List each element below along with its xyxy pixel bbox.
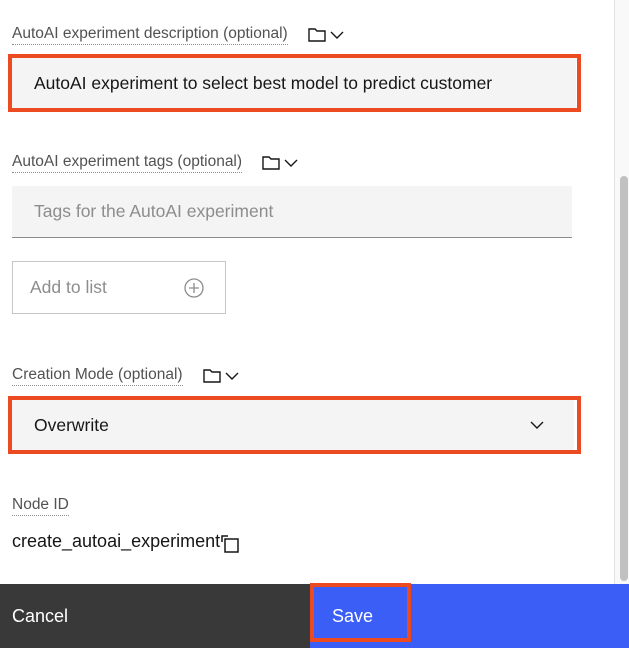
cancel-label: Cancel bbox=[12, 605, 69, 626]
folder-icon[interactable] bbox=[308, 28, 326, 42]
node-id-value: create_autoai_experiment bbox=[12, 530, 221, 551]
cancel-button[interactable]: Cancel bbox=[0, 584, 310, 648]
creation-mode-label-row: Creation Mode (optional) bbox=[12, 366, 239, 386]
tags-placeholder: Tags for the AutoAI experiment bbox=[34, 201, 274, 221]
node-id-label-row: Node ID bbox=[12, 496, 69, 516]
description-highlight bbox=[8, 54, 581, 112]
folder-icon[interactable] bbox=[202, 369, 221, 383]
properties-panel: AutoAI experiment description (optional)… bbox=[0, 0, 614, 584]
tags-input[interactable]: Tags for the AutoAI experiment bbox=[12, 186, 572, 238]
add-to-list-button[interactable]: Add to list bbox=[12, 261, 226, 314]
tags-label: AutoAI experiment tags (optional) bbox=[12, 153, 243, 173]
node-id-value-row: create_autoai_experiment bbox=[12, 528, 240, 554]
chevron-down-icon[interactable] bbox=[330, 30, 344, 40]
add-circle-icon bbox=[184, 278, 204, 298]
scrollbar-thumb[interactable] bbox=[620, 176, 628, 581]
tags-label-row: AutoAI experiment tags (optional) bbox=[12, 153, 298, 173]
chevron-down-icon[interactable] bbox=[284, 158, 298, 168]
creation-mode-label: Creation Mode (optional) bbox=[12, 366, 183, 386]
description-label-row: AutoAI experiment description (optional) bbox=[12, 25, 344, 45]
node-id-label: Node ID bbox=[12, 496, 69, 516]
folder-icon[interactable] bbox=[262, 156, 280, 170]
chevron-down-icon[interactable] bbox=[225, 371, 239, 381]
description-label: AutoAI experiment description (optional) bbox=[12, 25, 288, 45]
save-highlight bbox=[310, 583, 411, 642]
add-to-list-label: Add to list bbox=[30, 277, 107, 297]
creation-mode-highlight bbox=[8, 396, 581, 454]
copy-icon[interactable] bbox=[220, 534, 240, 554]
